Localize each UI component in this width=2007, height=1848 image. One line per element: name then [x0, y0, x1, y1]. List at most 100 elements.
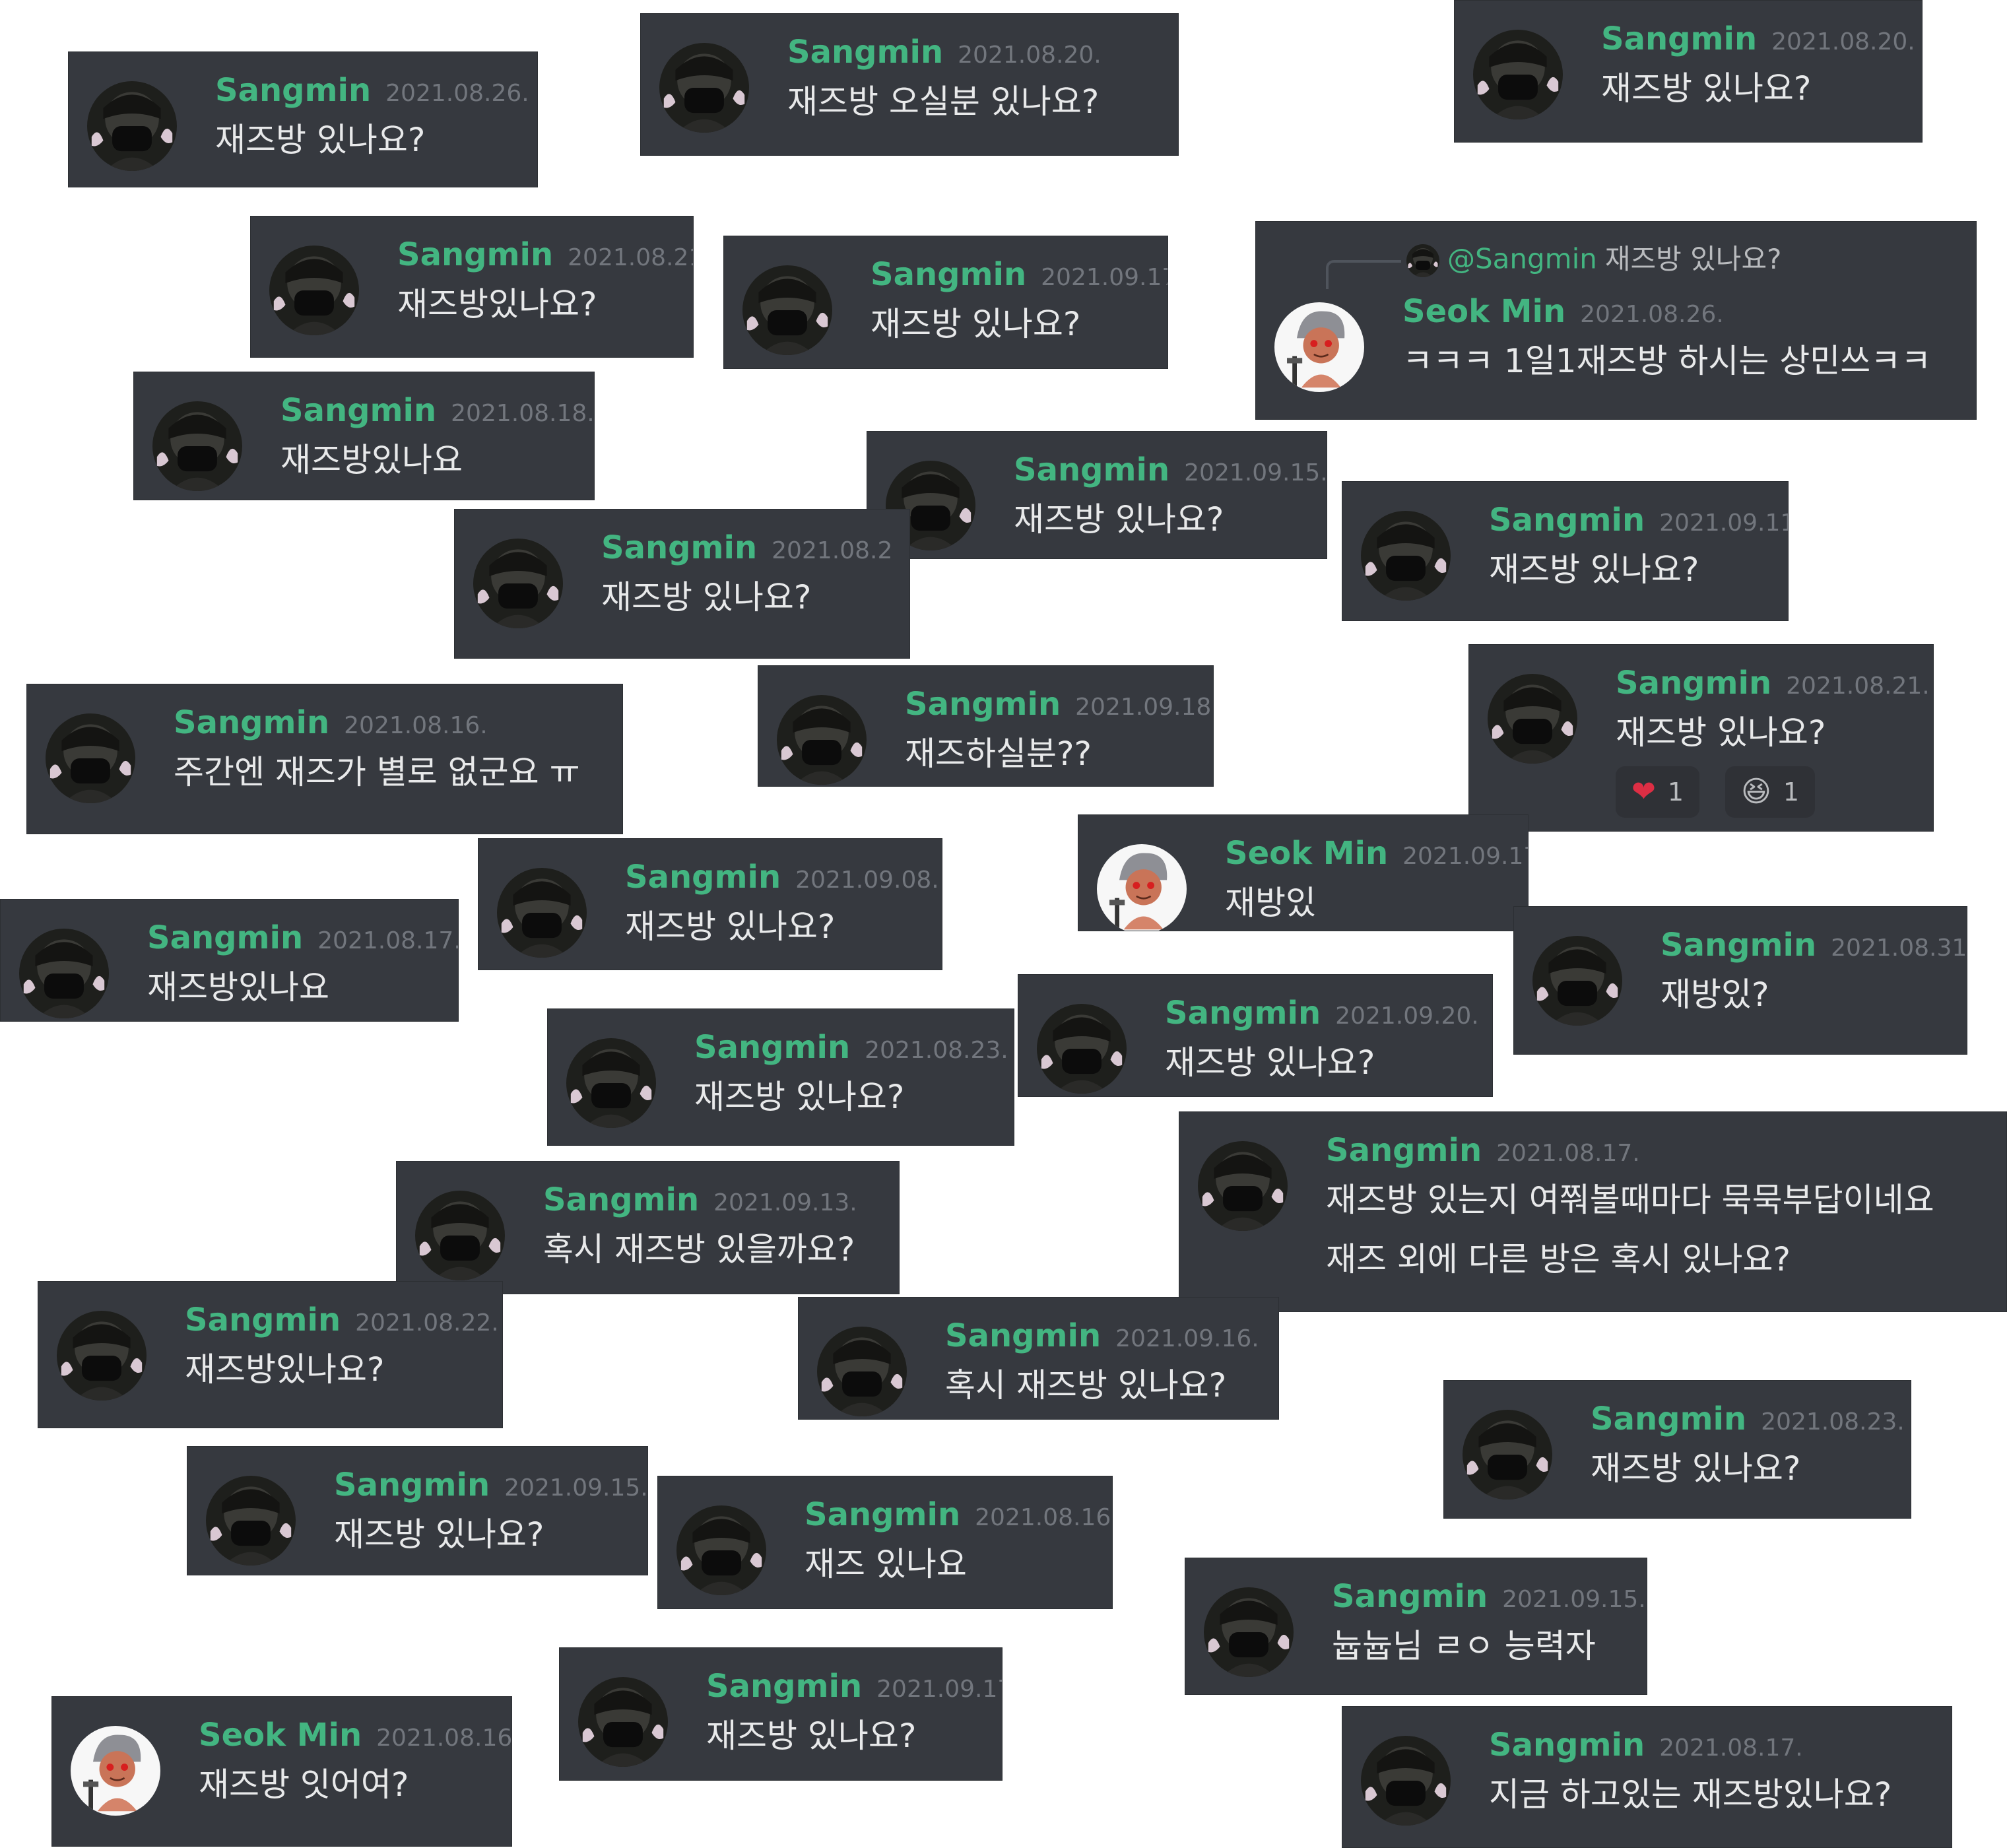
chat-message-card[interactable]: @Sangmin 재즈방 있나요? Seok Min 2021.08.26. ㅋㅋㅋ …	[1255, 221, 1977, 420]
author-name[interactable]: Sangmin	[1165, 995, 1321, 1032]
sangmin-avatar[interactable]	[1198, 1141, 1288, 1231]
chat-message-card[interactable]: Sangmin 2021.08.20. 재즈방 오실분 있나요?	[640, 13, 1179, 156]
author-name[interactable]: Sangmin	[174, 704, 329, 741]
author-name[interactable]: Sangmin	[215, 72, 371, 109]
author-name[interactable]: Sangmin	[706, 1668, 862, 1705]
author-name[interactable]: Sangmin	[601, 529, 757, 566]
author-name[interactable]: Sangmin	[625, 859, 781, 896]
message-timestamp: 2021.08.23.	[1761, 1408, 1905, 1436]
author-name[interactable]: Sangmin	[905, 686, 1061, 723]
chat-message-card[interactable]: Sangmin 2021.09.11. 재즈방 있나요?	[1342, 481, 1789, 621]
chat-message-card[interactable]: Seok Min 2021.08.16. 재즈방 잇어여?	[51, 1696, 512, 1847]
chat-message-card[interactable]: Sangmin 2021.08.31. 재방있?	[1513, 906, 1967, 1055]
sangmin-avatar[interactable]	[1361, 1736, 1451, 1826]
author-name[interactable]: Sangmin	[1489, 1727, 1645, 1764]
author-name[interactable]: Sangmin	[871, 256, 1026, 293]
sangmin-avatar[interactable]	[1361, 511, 1451, 601]
sangmin-avatar[interactable]	[1473, 30, 1563, 119]
chat-message-card[interactable]: Sangmin 2021.08.21. 재즈방 있나요? ❤ 1 😆 1	[1468, 644, 1934, 832]
message-timestamp: 2021.09.15.	[504, 1474, 648, 1502]
sangmin-avatar[interactable]	[87, 81, 177, 171]
sangmin-avatar[interactable]	[659, 43, 749, 133]
sangmin-avatar[interactable]	[1463, 1410, 1552, 1500]
chat-message-card[interactable]: Sangmin 2021.09.17. 재즈방 있나요?	[723, 236, 1168, 369]
sangmin-avatar[interactable]	[206, 1476, 296, 1566]
chat-message-card[interactable]: Sangmin 2021.08.23. 재즈방 있나요?	[1443, 1380, 1911, 1519]
chat-message-card[interactable]: Sangmin 2021.08.2 재즈방 있나요?	[454, 509, 910, 659]
author-name[interactable]: Sangmin	[280, 392, 436, 429]
chat-message-card[interactable]: Sangmin 2021.08.20. 재즈방 있나요?	[1454, 0, 1923, 143]
reaction-button[interactable]: 😆 1	[1725, 766, 1816, 818]
seokmin-avatar[interactable]	[1097, 844, 1187, 931]
chat-message-card[interactable]: Sangmin 2021.08.26. 재즈방 있나요?	[68, 51, 538, 187]
author-name[interactable]: Sangmin	[1661, 927, 1816, 964]
author-name[interactable]: Sangmin	[1616, 665, 1771, 702]
chat-message-card[interactable]: Sangmin 2021.09.18. 재즈하실분??	[758, 665, 1214, 787]
sangmin-avatar[interactable]	[676, 1505, 766, 1595]
author-name[interactable]: Sangmin	[1601, 20, 1757, 57]
author-name[interactable]: Sangmin	[787, 34, 943, 71]
chat-message-card[interactable]: Sangmin 2021.08.17. 지금 하고있는 재즈방있나요?	[1342, 1706, 1952, 1848]
reply-text: 재즈방 있나요?	[1604, 242, 1782, 275]
chat-message-card[interactable]: Sangmin 2021.08.16. 주간엔 재즈가 별로 없군요 ㅠ	[26, 684, 623, 834]
author-name[interactable]: Sangmin	[185, 1302, 341, 1338]
message-text: 재즈하실분??	[905, 735, 1092, 773]
sangmin-avatar[interactable]	[415, 1191, 505, 1280]
sangmin-avatar[interactable]	[57, 1311, 147, 1401]
chat-message-card[interactable]: Sangmin 2021.08.21. 재즈방있나요?	[250, 216, 694, 358]
sangmin-avatar[interactable]	[566, 1038, 656, 1128]
author-name[interactable]: Sangmin	[945, 1317, 1101, 1354]
chat-message-card[interactable]: Sangmin 2021.09.20. 재즈방 있나요?	[1018, 974, 1493, 1097]
chat-message-card[interactable]: Sangmin 2021.08.23. 재즈방 있나요?	[547, 1008, 1014, 1146]
author-name[interactable]: Seok Min	[1225, 835, 1388, 872]
author-name[interactable]: Sangmin	[1332, 1578, 1488, 1615]
reply-preview[interactable]: @Sangmin 재즈방 있나요?	[1406, 244, 1781, 277]
reply-mention[interactable]: @Sangmin	[1447, 243, 1597, 275]
author-name[interactable]: Sangmin	[805, 1496, 960, 1533]
seokmin-avatar[interactable]	[71, 1726, 160, 1816]
sangmin-avatar[interactable]	[578, 1677, 668, 1767]
author-name[interactable]: Seok Min	[199, 1717, 362, 1754]
sangmin-avatar[interactable]	[1532, 936, 1622, 1026]
message-text: 주간엔 재즈가 별로 없군요 ㅠ	[174, 753, 580, 791]
author-name[interactable]: Sangmin	[334, 1467, 490, 1503]
author-name[interactable]: Sangmin	[694, 1029, 850, 1066]
reply-avatar-icon	[1406, 244, 1439, 277]
sangmin-avatar[interactable]	[269, 246, 359, 335]
chat-message-card[interactable]: Sangmin 2021.08.22. 재즈방있나요?	[38, 1281, 503, 1428]
author-name[interactable]: Sangmin	[543, 1181, 699, 1218]
chat-message-card[interactable]: Sangmin 2021.09.13. 혹시 재즈방 있을까요?	[396, 1161, 900, 1294]
sangmin-avatar[interactable]	[1488, 674, 1577, 764]
sangmin-avatar[interactable]	[817, 1327, 907, 1416]
sangmin-avatar[interactable]	[742, 265, 832, 355]
sangmin-avatar[interactable]	[1037, 1004, 1127, 1094]
sangmin-avatar[interactable]	[152, 401, 242, 491]
sangmin-avatar[interactable]	[19, 929, 109, 1018]
chat-message-card[interactable]: Sangmin 2021.08.16. 재즈 있나요	[657, 1476, 1113, 1609]
sangmin-avatar[interactable]	[777, 695, 867, 785]
sangmin-avatar[interactable]	[1204, 1587, 1294, 1677]
chat-message-card[interactable]: Sangmin 2021.09.17. 재즈방 있나요?	[559, 1647, 1003, 1781]
chat-message-card[interactable]: Sangmin 2021.08.18. 재즈방있나요	[133, 372, 595, 500]
chat-message-card[interactable]: Sangmin 2021.08.17. 재즈방 있는지 여쭤볼때마다 묵묵부답이네요…	[1179, 1111, 2007, 1312]
reaction-button[interactable]: ❤ 1	[1616, 766, 1700, 818]
chat-message-card[interactable]: Sangmin 2021.09.15. 늅늅님 ㄹㅇ 능력자	[1185, 1558, 1647, 1695]
author-name[interactable]: Sangmin	[1489, 502, 1645, 539]
chat-message-card[interactable]: Sangmin 2021.08.17. 재즈방있나요	[0, 899, 459, 1022]
sangmin-avatar[interactable]	[473, 539, 563, 628]
message-header: Sangmin 2021.09.15.	[1332, 1581, 1646, 1612]
chat-message-card[interactable]: Sangmin 2021.09.16. 혹시 재즈방 있나요?	[798, 1297, 1279, 1420]
seokmin-avatar[interactable]	[1274, 302, 1364, 392]
author-name[interactable]: Sangmin	[397, 236, 553, 273]
author-name[interactable]: Sangmin	[1326, 1132, 1482, 1169]
author-name[interactable]: Sangmin	[1591, 1401, 1746, 1437]
author-name[interactable]: Sangmin	[1014, 451, 1169, 488]
author-name[interactable]: Sangmin	[147, 919, 303, 956]
sangmin-avatar[interactable]	[497, 868, 587, 958]
sangmin-avatar[interactable]	[46, 713, 135, 803]
author-name[interactable]: Seok Min	[1402, 293, 1565, 330]
chat-message-card[interactable]: Seok Min 2021.09.17. 재방있	[1078, 814, 1529, 931]
chat-message-card[interactable]: Sangmin 2021.09.08. 재즈방 있나요?	[478, 838, 942, 970]
chat-message-card[interactable]: Sangmin 2021.09.15. 재즈방 있나요?	[187, 1446, 648, 1575]
chat-message-card[interactable]: Sangmin 2021.09.15. 재즈방 있나요?	[867, 431, 1327, 559]
